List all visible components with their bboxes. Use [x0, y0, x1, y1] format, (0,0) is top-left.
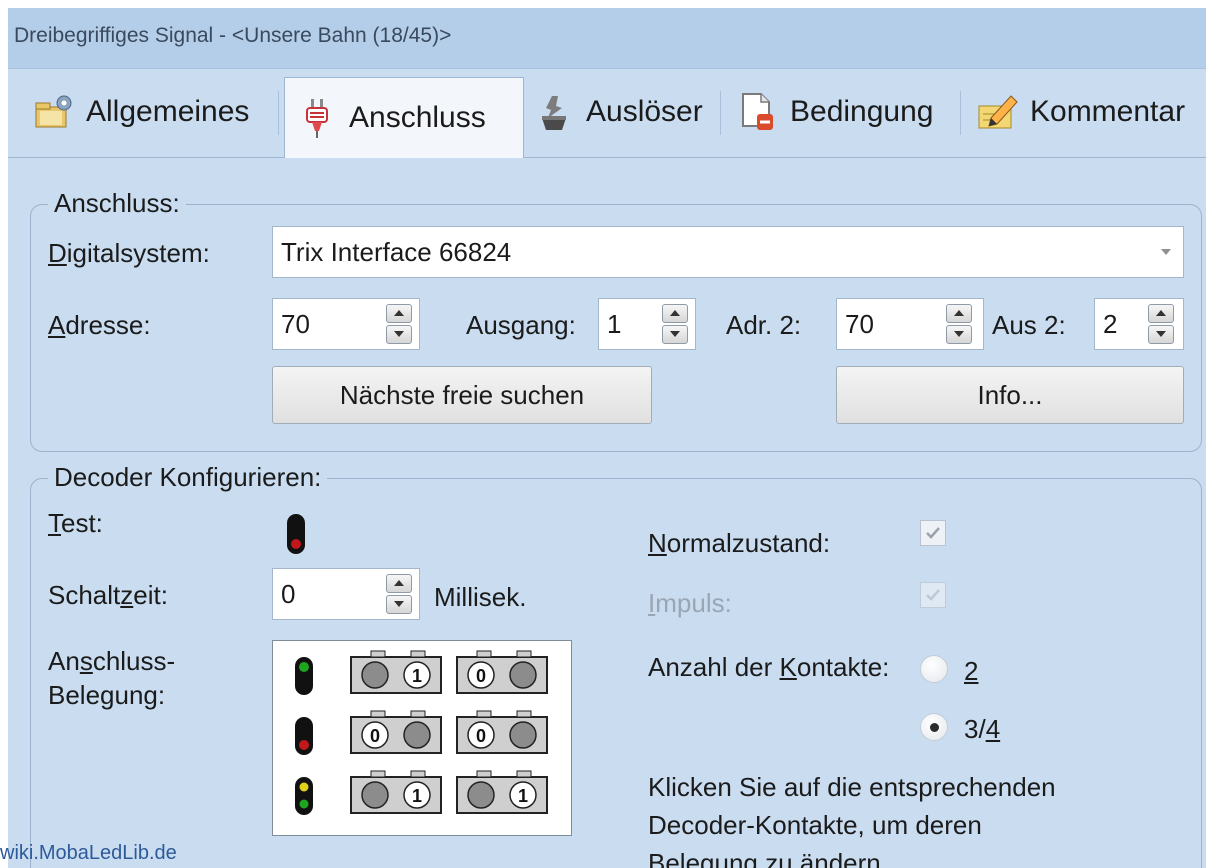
decoder-legend: Decoder Konfigurieren:: [48, 462, 328, 493]
adresse-value: 70: [281, 308, 310, 339]
trigger-icon: [532, 90, 576, 134]
contact-block[interactable]: 1: [350, 770, 442, 814]
check-icon: [926, 527, 940, 539]
contact-value: 0: [370, 726, 380, 746]
adresse-label: Adresse:: [48, 310, 151, 340]
aus2-spinner[interactable]: [1148, 301, 1180, 347]
chevron-down-icon[interactable]: [1149, 227, 1183, 277]
tab-separator: [960, 91, 961, 135]
contact-value: 1: [412, 786, 422, 806]
schaltzeit-value: 0: [281, 578, 296, 609]
contact-value: 1: [412, 666, 422, 686]
plug-icon: [295, 96, 339, 140]
tab-separator: [720, 91, 721, 135]
normalzustand-checkbox[interactable]: [920, 520, 946, 546]
contact-value: 0: [476, 726, 486, 746]
signal-row-2[interactable]: [295, 717, 313, 755]
watermark-text: wiki.MobaLedLib.de: [0, 842, 177, 864]
tab-anschluss[interactable]: Anschluss: [284, 77, 524, 158]
impuls-label: Impuls:: [648, 588, 732, 618]
spin-up-icon[interactable]: [1148, 304, 1174, 323]
tab-bedingung-label: Bedingung: [790, 95, 934, 128]
title-bar: Dreibegriffiges Signal - <Unsere Bahn (1…: [8, 8, 1206, 69]
contact-value: 1: [518, 786, 528, 806]
adresse-spinner[interactable]: [386, 301, 418, 347]
search-free-button[interactable]: Nächste freie suchen: [272, 366, 652, 424]
contact-block[interactable]: 1: [456, 770, 548, 814]
info-button[interactable]: Info...: [836, 366, 1184, 424]
digitalsystem-label: Digitalsystem:: [48, 238, 210, 268]
help-text: Klicken Sie auf die entsprechenden Decod…: [648, 772, 1056, 868]
tab-allgemeines-label: Allgemeines: [86, 95, 250, 128]
adr2-spinner[interactable]: [946, 301, 978, 347]
kontakte-radio-34[interactable]: [920, 713, 948, 741]
check-icon: [926, 589, 940, 601]
ausgang-label: Ausgang:: [466, 310, 576, 340]
ausgang-spinner[interactable]: [662, 301, 694, 347]
spin-up-icon[interactable]: [946, 304, 972, 323]
impuls-checkbox: [920, 582, 946, 608]
schaltzeit-label: Schaltzeit:: [48, 580, 168, 610]
spin-down-icon[interactable]: [946, 325, 972, 344]
tab-kommentar-label: Kommentar: [1030, 95, 1186, 128]
ausgang-value: 1: [607, 308, 622, 339]
condition-document-icon: [736, 90, 780, 134]
kontakte-radio-2[interactable]: [920, 655, 948, 683]
normalzustand-label: Normalzustand:: [648, 528, 831, 558]
tab-anschluss-label: Anschluss: [349, 101, 486, 134]
adr2-value: 70: [845, 308, 874, 339]
tab-ausloeser[interactable]: Auslöser: [522, 83, 713, 141]
tab-allgemeines[interactable]: Allgemeines: [22, 83, 259, 141]
tab-strip: Allgemeines Anschluss Auslöser Bedingung…: [8, 69, 1206, 158]
signal-row-1[interactable]: [295, 657, 313, 695]
digitalsystem-value: Trix Interface 66824: [281, 236, 512, 267]
schaltzeit-spinner[interactable]: [386, 571, 418, 617]
tab-bedingung[interactable]: Bedingung: [726, 83, 943, 141]
anschluss-legend: Anschluss:: [48, 188, 186, 219]
signal-row-3[interactable]: [295, 777, 313, 815]
test-label: Test:: [48, 508, 103, 538]
kontakte-option-2: 2: [964, 656, 979, 686]
spin-up-icon[interactable]: [662, 304, 688, 323]
tab-separator: [278, 91, 279, 135]
spin-up-icon[interactable]: [386, 304, 412, 323]
tab-ausloeser-label: Auslöser: [586, 95, 703, 128]
comment-pencil-icon: [976, 90, 1020, 134]
schaltzeit-unit: Millisek.: [434, 582, 527, 612]
dialog-window: Dreibegriffiges Signal - <Unsere Bahn (1…: [8, 8, 1206, 868]
spin-up-icon[interactable]: [386, 574, 412, 593]
spin-down-icon[interactable]: [662, 325, 688, 344]
contact-value: 0: [476, 666, 486, 686]
digitalsystem-dropdown[interactable]: Trix Interface 66824: [272, 226, 1184, 278]
radio-dot-icon: [929, 722, 939, 732]
contact-block[interactable]: 0: [456, 650, 548, 694]
spin-down-icon[interactable]: [1148, 325, 1174, 344]
settings-folder-icon: [32, 90, 76, 134]
belegung-diagram: 1 0 0 0 1 1: [295, 650, 548, 815]
contact-block[interactable]: 0: [456, 710, 548, 754]
belegung-label: Anschluss- Belegung:: [48, 646, 176, 710]
kontakte-label: Anzahl der Kontakte:: [648, 652, 890, 682]
spin-down-icon[interactable]: [386, 325, 412, 344]
aus2-value: 2: [1103, 308, 1118, 339]
window-title: Dreibegriffiges Signal - <Unsere Bahn (1…: [14, 24, 452, 47]
adr2-label: Adr. 2:: [726, 310, 802, 340]
tab-kommentar[interactable]: Kommentar: [966, 83, 1195, 141]
kontakte-option-34: 3/4: [964, 714, 1001, 744]
contact-block[interactable]: 0: [350, 710, 442, 754]
contact-block[interactable]: 1: [350, 650, 442, 694]
spin-down-icon[interactable]: [386, 595, 412, 614]
test-signal-icon[interactable]: [286, 513, 306, 560]
belegung-panel[interactable]: 1 0 0 0 1 1: [272, 640, 572, 836]
aus2-label: Aus 2:: [992, 310, 1066, 340]
